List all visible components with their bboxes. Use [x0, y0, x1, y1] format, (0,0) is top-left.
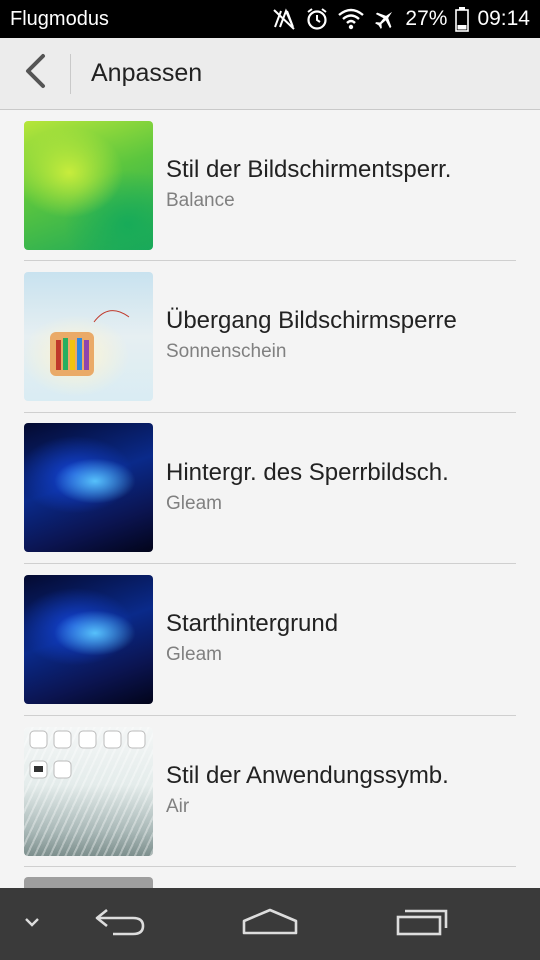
item-title: Stil der Bildschirmentsperr. — [166, 156, 452, 183]
item-title: Stil der Anwendungssymb. — [166, 762, 449, 790]
carrier-label: Flugmodus — [10, 7, 109, 30]
back-button[interactable] — [0, 38, 70, 110]
lockscreen-transition-thumbnail — [24, 271, 153, 401]
nav-recents-button[interactable] — [382, 888, 462, 960]
item-subtitle: Gleam — [166, 644, 222, 666]
app-icons-preview — [29, 730, 146, 779]
list-item-lockscreen-transition[interactable]: Übergang Bildschirmsperre Sonnenschein — [24, 261, 516, 413]
hide-keyboard-button[interactable] — [12, 888, 52, 960]
home-wallpaper-thumbnail — [24, 574, 153, 704]
wifi-icon — [337, 8, 365, 30]
page-title: Anpassen — [91, 59, 203, 87]
chevron-down-icon — [23, 915, 41, 933]
list-item-lockscreen-style[interactable]: Stil der Bildschirmentsperr. Balance — [24, 110, 516, 261]
item-subtitle: Air — [166, 796, 190, 818]
battery-icon — [455, 6, 470, 32]
lockscreen-wallpaper-thumbnail — [24, 423, 153, 553]
lockscreen-style-thumbnail — [24, 120, 153, 250]
back-icon — [93, 906, 147, 943]
status-icons: 27% 09:14 — [271, 6, 530, 32]
settings-list: Stil der Bildschirmentsperr. Balance Übe… — [0, 110, 540, 888]
list-item-partial[interactable] — [24, 867, 516, 888]
item-subtitle: Balance — [166, 190, 235, 211]
app-bar-divider — [70, 53, 71, 94]
item-title: Hintergr. des Sperrbildsch. — [166, 458, 449, 486]
app-bar: Anpassen — [0, 38, 540, 110]
nfc-icon — [271, 7, 297, 31]
list-item-icon-style[interactable]: Stil der Anwendungssymb. Air — [24, 716, 516, 868]
nav-back-button[interactable] — [80, 888, 160, 960]
navigation-bar — [0, 888, 540, 960]
item-title: Starthintergrund — [166, 610, 339, 638]
clock: 09:14 — [477, 7, 530, 30]
item-subtitle: Sonnenschein — [166, 341, 287, 363]
icon-style-thumbnail — [24, 726, 153, 856]
back-arrow-icon — [23, 53, 47, 94]
recents-icon — [395, 907, 449, 942]
list-item-home-wallpaper[interactable]: Starthintergrund Gleam — [24, 564, 516, 716]
home-icon — [241, 907, 299, 942]
battery-percent: 27% — [405, 7, 448, 30]
alarm-icon — [305, 7, 329, 31]
list-item-lockscreen-wallpaper[interactable]: Hintergr. des Sperrbildsch. Gleam — [24, 413, 516, 565]
partial-thumbnail — [24, 877, 153, 888]
nav-home-button[interactable] — [230, 888, 310, 960]
airplane-icon — [373, 7, 397, 31]
item-title: Übergang Bildschirmsperre — [166, 307, 457, 335]
item-subtitle: Gleam — [166, 492, 222, 514]
pencils-image — [50, 309, 130, 376]
status-bar: Flugmodus 27% 09:14 — [0, 0, 540, 38]
